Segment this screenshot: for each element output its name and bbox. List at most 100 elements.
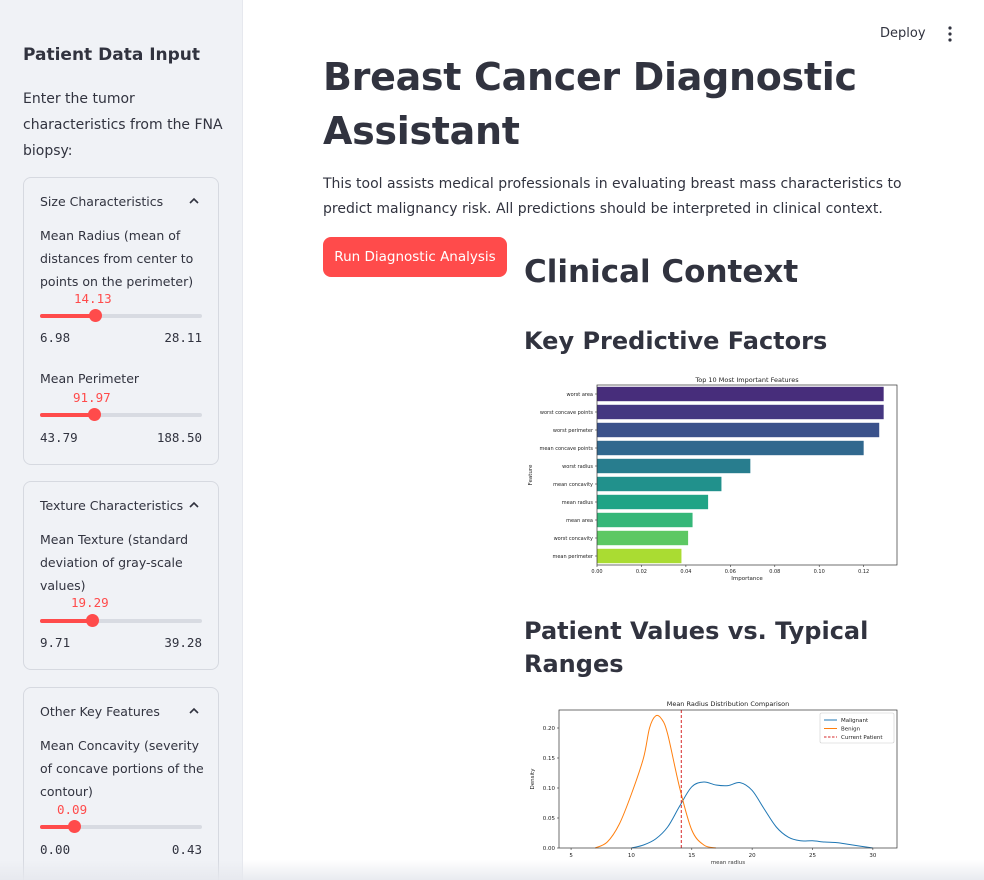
y-axis-label: Feature xyxy=(528,464,534,485)
sidebar-title: Patient Data Input xyxy=(23,45,201,65)
x-tick-label: 30 xyxy=(869,853,876,859)
chart-title: Top 10 Most Important Features xyxy=(694,376,799,384)
patient-values-heading: Patient Values vs. Typical Ranges xyxy=(524,617,869,678)
slider-mean-radius[interactable] xyxy=(40,309,202,322)
y-tick-label: worst area xyxy=(566,392,593,398)
x-tick-label: 25 xyxy=(809,853,816,859)
y-tick-label: mean concave points xyxy=(539,446,593,452)
slider-label-mean-perimeter: Mean Perimeter xyxy=(40,371,140,386)
clinical-context-heading: Clinical Context xyxy=(524,254,799,290)
slider-fill xyxy=(40,314,96,318)
slider-fill xyxy=(40,619,93,623)
y-tick-label: mean radius xyxy=(562,500,594,506)
page-description: This tool assists medical professionals … xyxy=(323,176,902,217)
feature-importance-chart: Top 10 Most Important Features worst area… xyxy=(524,372,904,584)
slider-max: 39.28 xyxy=(164,635,202,650)
slider-mean-concavity[interactable] xyxy=(40,820,202,833)
y-tick-label: 0.20 xyxy=(543,726,556,732)
deploy-button[interactable]: Deploy xyxy=(880,26,926,41)
slider-handle[interactable] xyxy=(67,820,81,833)
legend-label: Current Patient xyxy=(841,735,883,741)
bar xyxy=(597,422,880,438)
x-tick-label: 0.08 xyxy=(769,569,780,575)
slider-handle[interactable] xyxy=(89,309,103,322)
bar xyxy=(597,548,682,564)
legend-label: Benign xyxy=(841,727,861,733)
slider-value-mean-texture: 19.29 xyxy=(71,595,109,610)
y-tick-label: mean perimeter xyxy=(552,554,593,560)
slider-value-mean-perimeter: 91.97 xyxy=(73,390,111,405)
x-tick-label: 0.00 xyxy=(591,569,602,575)
y-tick-label: worst concave points xyxy=(540,410,594,416)
expander-texture-characteristics: Texture Characteristics Mean Texture (st… xyxy=(23,481,219,670)
slider-min: 0.00 xyxy=(40,842,71,857)
x-tick-label: 5 xyxy=(569,853,573,859)
slider-range: 0.00 0.43 xyxy=(40,842,202,857)
x-tick-label: 0.06 xyxy=(725,569,736,575)
expander-other-key-features: Other Key Features Mean Concavity (sever… xyxy=(23,687,219,880)
expander-header-size[interactable]: Size Characteristics xyxy=(40,178,202,224)
expander-header-texture[interactable]: Texture Characteristics xyxy=(40,482,202,528)
slider-range: 43.79 188.50 xyxy=(40,430,202,445)
x-axis-label: Importance xyxy=(731,576,763,582)
slider-fill xyxy=(40,413,94,417)
slider-handle[interactable] xyxy=(87,408,101,421)
bar xyxy=(597,440,864,456)
x-tick-label: 0.10 xyxy=(814,569,825,575)
x-tick-label: 10 xyxy=(628,853,635,859)
y-tick-label: 0.00 xyxy=(543,846,556,852)
chart-legend: Malignant Benign Current Patient xyxy=(819,712,895,744)
slider-value-mean-concavity: 0.09 xyxy=(57,802,88,817)
slider-range: 9.71 39.28 xyxy=(40,635,202,650)
expander-size-characteristics: Size Characteristics Mean Radius (mean o… xyxy=(23,177,219,465)
x-tick-label: 0.02 xyxy=(636,569,647,575)
expander-title: Texture Characteristics xyxy=(40,497,184,513)
slider-label-mean-texture: Mean Texture (standard deviation of gray… xyxy=(40,532,189,593)
slider-label-mean-concavity: Mean Concavity (severity of concave port… xyxy=(40,738,204,799)
bar xyxy=(597,530,689,546)
key-factors-heading: Key Predictive Factors xyxy=(524,327,828,355)
slider-min: 43.79 xyxy=(40,430,78,445)
y-tick-label: mean concavity xyxy=(553,482,593,488)
bar xyxy=(597,512,693,528)
bar xyxy=(597,404,884,420)
run-diagnostic-button[interactable]: Run Diagnostic Analysis xyxy=(323,237,507,277)
legend-label: Malignant xyxy=(841,718,869,724)
distribution-chart: Mean Radius Distribution Comparison 5 10 15… xyxy=(524,696,904,868)
slider-min: 9.71 xyxy=(40,635,71,650)
chevron-up-icon xyxy=(189,197,199,204)
slider-max: 188.50 xyxy=(156,430,202,445)
y-tick-label: 0.05 xyxy=(543,816,556,822)
y-tick-label: worst concavity xyxy=(554,536,593,542)
chart-title: Mean Radius Distribution Comparison xyxy=(667,700,790,708)
slider-mean-perimeter[interactable] xyxy=(40,408,202,421)
y-tick-label: 0.10 xyxy=(543,786,556,792)
slider-mean-texture[interactable] xyxy=(40,614,202,627)
expander-title: Other Key Features xyxy=(40,703,160,719)
slider-range: 6.98 28.11 xyxy=(40,330,202,345)
bottom-fade xyxy=(0,860,984,880)
y-axis-label: Density xyxy=(530,768,536,790)
slider-min: 6.98 xyxy=(40,330,71,345)
bar xyxy=(597,476,722,492)
bar xyxy=(597,386,884,402)
y-tick-label: mean area xyxy=(566,518,593,524)
slider-handle[interactable] xyxy=(86,614,100,627)
expander-title: Size Characteristics xyxy=(40,193,164,209)
page-title: Breast Cancer Diagnostic Assistant xyxy=(323,55,857,153)
more-options-icon[interactable] xyxy=(943,25,957,43)
y-tick-label: worst perimeter xyxy=(553,428,594,434)
bar xyxy=(597,494,709,510)
x-tick-label: 0.04 xyxy=(680,569,691,575)
sidebar-intro: Enter the tumor characteristics from the… xyxy=(23,91,223,159)
expander-header-other[interactable]: Other Key Features xyxy=(40,688,202,734)
chevron-up-icon xyxy=(189,501,199,508)
slider-max: 28.11 xyxy=(164,330,202,345)
slider-label-mean-radius: Mean Radius (mean of distances from cent… xyxy=(40,228,194,289)
bar xyxy=(597,458,751,474)
x-tick-label: 15 xyxy=(688,853,695,859)
chevron-up-icon xyxy=(189,707,199,714)
y-tick-label: worst radius xyxy=(562,464,593,470)
x-tick-label: 0.12 xyxy=(858,569,869,575)
slider-max: 0.43 xyxy=(171,842,202,857)
